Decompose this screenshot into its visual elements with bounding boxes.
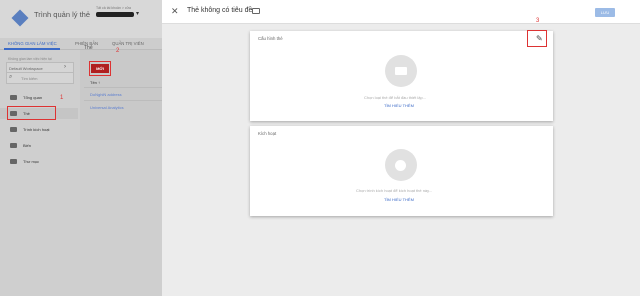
app-title: Trình quản lý thẻ <box>34 10 91 19</box>
annotation-box-3 <box>527 30 547 47</box>
variable-icon <box>10 143 17 148</box>
account-name-redacted[interactable] <box>96 12 134 17</box>
tag-manager-app: Trình quản lý thẻ Tất cả tài khoản > cửa… <box>0 0 162 296</box>
editor-title[interactable]: Thẻ không có tiêu đề <box>187 7 252 14</box>
trigger-icon <box>10 127 17 132</box>
sidebar-item-variables[interactable]: Biến <box>0 140 78 151</box>
annotation-box-2 <box>89 61 111 76</box>
editor-header: ✕ Thẻ không có tiêu đề LƯU <box>162 0 640 24</box>
sidebar-item-overview[interactable]: Tổng quan <box>0 92 78 103</box>
row-divider <box>84 87 162 88</box>
trigger-placeholder-icon[interactable] <box>385 149 417 181</box>
overview-icon <box>10 95 17 100</box>
card-title: Kích hoạt <box>258 131 277 136</box>
workspace-value: Default Workspace <box>9 66 43 71</box>
table-row[interactable]: Universal Analytics <box>90 105 124 110</box>
annotation-number-3: 3 <box>536 18 540 24</box>
chevron-down-icon[interactable]: ▾ <box>136 10 139 17</box>
tag-editor-panel: ✕ Thẻ không có tiêu đề LƯU Cấu hình thẻ … <box>162 0 640 296</box>
trigger-icon <box>395 160 406 171</box>
sidebar-item-label: Thư mục <box>23 159 40 164</box>
sidebar-item-label: Biến <box>23 143 32 148</box>
card-description: Chọn trình kích hoạt để kích hoạt thẻ nà… <box>356 188 433 193</box>
close-icon[interactable]: ✕ <box>171 6 179 17</box>
row-divider <box>84 100 162 101</box>
gtm-logo-icon <box>11 9 29 27</box>
annotation-box-1 <box>7 106 56 120</box>
search-icon: ⌕ <box>9 74 13 80</box>
folder-icon[interactable] <box>252 8 260 14</box>
learn-more-link[interactable]: TÌM HIỂU THÊM <box>384 103 414 108</box>
workspace-label: Không gian làm việc hiện tại <box>8 57 52 61</box>
tab-admin[interactable]: QUẢN TRỊ VIÊN <box>112 41 144 46</box>
save-button[interactable]: LƯU <box>595 8 615 17</box>
tag-configuration-card[interactable]: Cấu hình thẻ ✎ Chọn loại thẻ để bắt đầu … <box>250 31 553 121</box>
card-title: Cấu hình thẻ <box>258 36 283 41</box>
card-description: Chọn loại thẻ để bắt đầu thiết lập... <box>364 95 427 100</box>
app-header: Trình quản lý thẻ Tất cả tài khoản > cửa… <box>0 0 162 38</box>
account-path: Tất cả tài khoản > cửa <box>96 6 131 10</box>
annotation-number-2: 2 <box>116 48 120 54</box>
nav-tabs: KHÔNG GIAN LÀM VIỆC PHIÊN BẢN QUẢN TRỊ V… <box>0 38 162 50</box>
active-tab-indicator <box>4 48 60 50</box>
search-input[interactable] <box>6 72 74 84</box>
annotation-number-1: 1 <box>60 95 64 101</box>
tags-section-title: Thẻ <box>84 45 93 51</box>
table-row[interactable]: DoNghiN address <box>90 92 122 97</box>
sidebar-item-label: Tổng quan <box>23 95 43 100</box>
folder-icon <box>10 159 17 164</box>
search-placeholder: Tìm kiếm <box>21 76 38 81</box>
chevron-right-icon: › <box>64 64 66 70</box>
triggering-card[interactable]: Kích hoạt Chọn trình kích hoạt để kích h… <box>250 126 553 216</box>
tab-workspace[interactable]: KHÔNG GIAN LÀM VIỆC <box>8 41 57 46</box>
tag-type-placeholder-icon[interactable] <box>385 55 417 87</box>
tag-icon <box>395 67 407 75</box>
learn-more-link[interactable]: TÌM HIỂU THÊM <box>384 197 414 202</box>
column-header-name[interactable]: Tên ↑ <box>90 80 100 85</box>
sidebar-item-triggers[interactable]: Trình kích hoạt <box>0 124 78 135</box>
sidebar-item-folders[interactable]: Thư mục <box>0 156 78 167</box>
sidebar-item-label: Trình kích hoạt <box>23 127 50 132</box>
